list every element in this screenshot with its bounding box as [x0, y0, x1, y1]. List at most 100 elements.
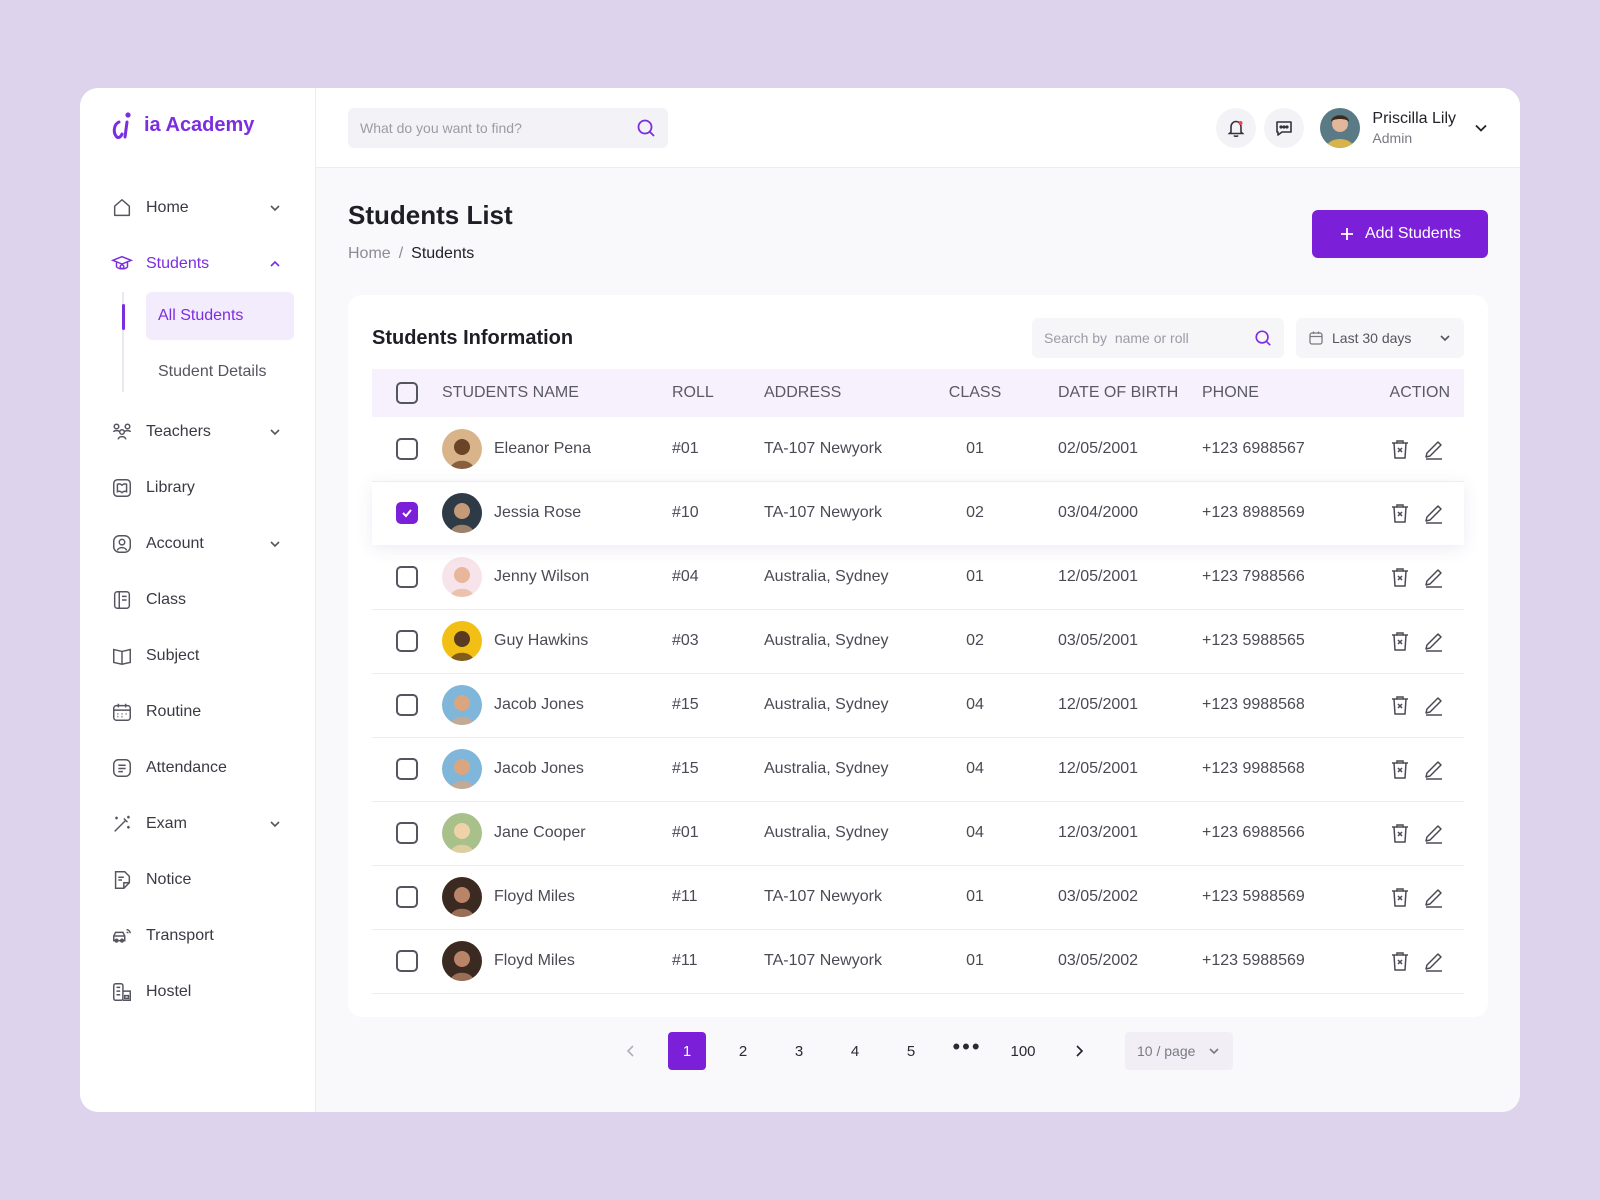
delete-button[interactable]: [1388, 629, 1412, 653]
submenu-item-student-details[interactable]: Student Details: [146, 348, 294, 396]
sidebar-item-teachers[interactable]: Teachers: [110, 404, 282, 460]
table-row[interactable]: Jane Cooper #01 Australia, Sydney 04 12/03/2…: [372, 801, 1464, 866]
student-name[interactable]: Eleanor Pena: [494, 440, 591, 458]
row-checkbox[interactable]: [396, 694, 418, 716]
delete-button[interactable]: [1388, 565, 1412, 589]
table-row[interactable]: Jenny Wilson #04 Australia, Sydney 01 12/05/…: [372, 545, 1464, 610]
bell-icon: [1227, 120, 1245, 137]
student-name[interactable]: Floyd Miles: [494, 888, 575, 906]
column-header[interactable]: ROLL: [672, 369, 764, 417]
delete-button[interactable]: [1388, 949, 1412, 973]
table-row[interactable]: Jessia Rose #10 TA-107 Newyork 02 03/04/2000…: [372, 481, 1464, 545]
page-button[interactable]: 1: [668, 1032, 706, 1070]
table-row[interactable]: Jacob Jones #15 Australia, Sydney 04 12/05/2…: [372, 737, 1464, 802]
phone-cell: +123 9988568: [1202, 737, 1352, 802]
search-icon[interactable]: [636, 118, 656, 138]
row-checkbox[interactable]: [396, 886, 418, 908]
sidebar-item-notice[interactable]: Notice: [110, 852, 282, 908]
next-page-button[interactable]: [1060, 1032, 1098, 1070]
delete-button[interactable]: [1388, 693, 1412, 717]
add-students-button[interactable]: Add Students: [1312, 210, 1488, 258]
column-header[interactable]: STUDENTS NAME: [442, 369, 672, 417]
edit-button[interactable]: [1422, 821, 1446, 845]
table-search-input[interactable]: [1044, 330, 1254, 346]
brand-logo[interactable]: ia Academy: [110, 108, 315, 142]
global-search-input[interactable]: [360, 119, 636, 136]
notification-button[interactable]: [1216, 107, 1257, 148]
row-checkbox[interactable]: [396, 630, 418, 652]
column-header[interactable]: DATE OF BIRTH: [1036, 369, 1202, 417]
edit-button[interactable]: [1422, 757, 1446, 781]
sidebar-item-account[interactable]: Account: [110, 516, 282, 572]
user-profile-menu[interactable]: Priscilla Lily Admin: [1320, 107, 1488, 148]
select-all-checkbox[interactable]: [396, 382, 418, 404]
edit-button[interactable]: [1422, 629, 1446, 653]
student-name[interactable]: Jessia Rose: [494, 504, 581, 522]
sidebar-item-students[interactable]: Students: [110, 236, 282, 292]
row-checkbox[interactable]: [396, 502, 418, 525]
delete-button[interactable]: [1388, 821, 1412, 845]
edit-button[interactable]: [1422, 949, 1446, 973]
column-header[interactable]: ADDRESS: [764, 369, 914, 417]
date-range-dropdown[interactable]: Last 30 days: [1296, 318, 1464, 358]
edit-button[interactable]: [1422, 565, 1446, 589]
delete-button[interactable]: [1388, 501, 1412, 525]
table-row[interactable]: Guy Hawkins #03 Australia, Sydney 02 03/05/2…: [372, 609, 1464, 674]
student-name[interactable]: Floyd Miles: [494, 952, 575, 970]
table-row[interactable]: Floyd Miles #11 TA-107 Newyork 01 03/05/2002…: [372, 929, 1464, 994]
edit-button[interactable]: [1422, 693, 1446, 717]
delete-button[interactable]: [1388, 437, 1412, 461]
submenu-item-all-students[interactable]: All Students: [146, 292, 294, 340]
sidebar-item-library[interactable]: Library: [110, 460, 282, 516]
edit-button[interactable]: [1422, 437, 1446, 461]
breadcrumb-home-link[interactable]: Home: [348, 245, 391, 263]
page-button-last[interactable]: 100: [1004, 1032, 1042, 1070]
search-icon[interactable]: [1254, 329, 1272, 347]
class-cell: 04: [914, 673, 1036, 738]
row-checkbox[interactable]: [396, 437, 418, 460]
student-name[interactable]: Jacob Jones: [494, 760, 584, 778]
row-checkbox[interactable]: [396, 950, 418, 972]
pencil-icon: [1425, 569, 1442, 588]
student-name-cell: Jessia Rose: [442, 493, 672, 534]
table-row[interactable]: Jacob Jones #15 Australia, Sydney 04 12/05/2…: [372, 673, 1464, 738]
edit-button[interactable]: [1422, 501, 1446, 525]
row-checkbox[interactable]: [396, 758, 418, 780]
delete-button[interactable]: [1388, 757, 1412, 781]
column-header[interactable]: CLASS: [914, 369, 1036, 417]
page-button[interactable]: 5: [892, 1032, 930, 1070]
page-size-dropdown[interactable]: 10 / page: [1125, 1032, 1233, 1070]
phone-cell: +123 7988566: [1202, 545, 1352, 610]
page-button[interactable]: 2: [724, 1032, 762, 1070]
chevron-up-icon: [270, 260, 280, 267]
messages-button[interactable]: [1264, 107, 1305, 148]
sidebar-item-routine[interactable]: Routine: [110, 684, 282, 740]
row-checkbox[interactable]: [396, 565, 418, 588]
column-header[interactable]: PHONE: [1202, 369, 1352, 417]
student-name[interactable]: Guy Hawkins: [494, 632, 588, 650]
student-name[interactable]: Jane Cooper: [494, 824, 586, 842]
student-name[interactable]: Jenny Wilson: [494, 568, 589, 586]
teachers-icon: [110, 420, 134, 444]
table-row[interactable]: Eleanor Pena #01 TA-107 Newyork 01 02/05/200…: [372, 417, 1464, 482]
table-row[interactable]: Floyd Miles #11 TA-107 Newyork 01 03/05/2002…: [372, 865, 1464, 930]
page-button[interactable]: 4: [836, 1032, 874, 1070]
sidebar-item-class[interactable]: Class: [110, 572, 282, 628]
page-button[interactable]: 3: [780, 1032, 818, 1070]
row-checkbox[interactable]: [396, 822, 418, 844]
sidebar-item-transport[interactable]: Transport: [110, 908, 282, 964]
edit-button[interactable]: [1422, 885, 1446, 909]
more-pages-icon[interactable]: •••: [948, 1032, 986, 1070]
sidebar-item-subject[interactable]: Subject: [110, 628, 282, 684]
prev-page-button[interactable]: [612, 1032, 650, 1070]
sidebar-item-home[interactable]: Home: [110, 180, 282, 236]
student-name[interactable]: Jacob Jones: [494, 696, 584, 714]
address-cell: Australia, Sydney: [764, 673, 914, 738]
delete-button[interactable]: [1388, 885, 1412, 909]
sidebar-item-exam[interactable]: Exam: [110, 796, 282, 852]
avatar: [442, 493, 482, 534]
roll-cell: #10: [672, 504, 699, 522]
column-header[interactable]: ACTION: [1352, 369, 1464, 417]
sidebar-item-attendance[interactable]: Attendance: [110, 740, 282, 796]
sidebar-item-hostel[interactable]: Hostel: [110, 964, 282, 1020]
